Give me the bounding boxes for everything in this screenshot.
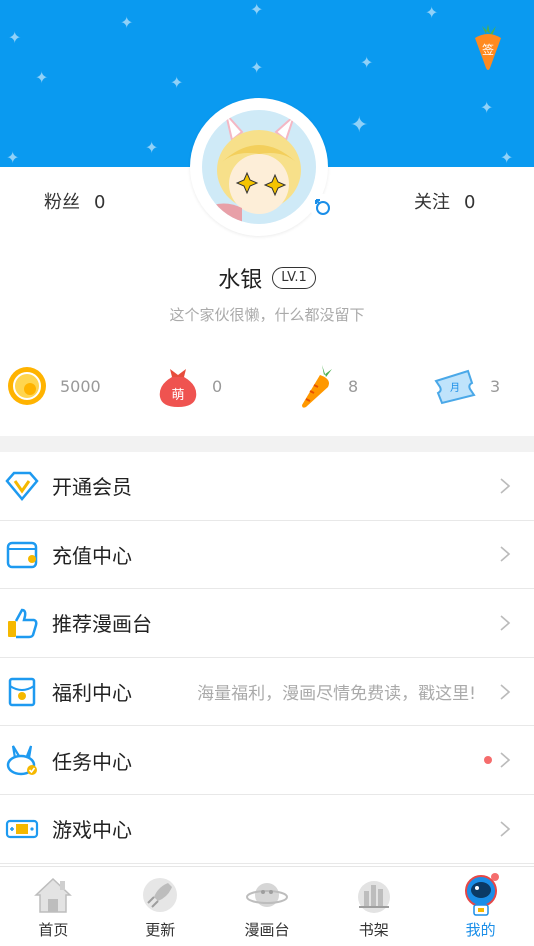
bookshelf-icon [351, 873, 397, 917]
username: 水银 [218, 268, 263, 293]
menu-item-label: 游戏中心 [52, 818, 132, 843]
menu-item-label: 推荐漫画台 [52, 612, 152, 637]
checkin-button[interactable]: 签 [470, 22, 506, 72]
level-badge: LV.1 [272, 267, 316, 289]
wallet-icon [4, 536, 40, 572]
monthly-ticket-icon: 月 [434, 369, 476, 405]
carrot-icon [302, 365, 332, 408]
fans-label: 粉丝 [44, 192, 80, 213]
menu-item-vip[interactable]: 开通会员 [0, 452, 534, 521]
carrot-value: 8 [348, 376, 359, 396]
gamepad-icon [4, 811, 40, 847]
bunny-task-icon [4, 742, 40, 778]
avatar[interactable] [202, 110, 316, 224]
tab-manhua-tai[interactable]: 漫画台 [214, 867, 321, 946]
follow-count: 0 [464, 192, 476, 213]
fans-stat[interactable]: 粉丝 0 [44, 188, 105, 214]
male-gender-icon [310, 194, 336, 220]
menu-item-label: 任务中心 [52, 749, 132, 774]
tab-label: 更新 [145, 921, 176, 939]
chevron-right-icon [500, 478, 511, 494]
tab-mine[interactable]: 我的 [427, 867, 534, 946]
tab-label: 我的 [465, 921, 496, 939]
username-row: 水银 LV.1 [0, 262, 534, 294]
moe-bag-value: 0 [212, 376, 223, 396]
monthly-ticket-asset[interactable]: 月 3 [432, 360, 500, 412]
diamond-vip-icon [4, 468, 40, 504]
monthly-ticket-icon-text: 月 [450, 382, 460, 394]
chevron-right-icon [500, 683, 511, 700]
task-notification-dot [484, 756, 492, 765]
chevron-right-icon [500, 752, 511, 768]
chevron-right-icon [500, 821, 511, 837]
planet-icon [244, 873, 290, 917]
carrot-checkin-icon: 签 [475, 24, 501, 70]
menu-item-recharge[interactable]: 充值中心 [0, 521, 534, 590]
menu-item-recommend[interactable]: 推荐漫画台 [0, 589, 534, 658]
envelope-icon [4, 674, 40, 710]
tab-bookshelf[interactable]: 书架 [320, 867, 427, 946]
menu-list: 开通会员 充值中心 推荐漫画台 福利中心 海量福利，漫画尽情免费读，戳这里! 任… [0, 452, 534, 864]
carrot-asset[interactable]: 8 [298, 360, 358, 412]
chevron-right-icon [500, 615, 511, 631]
chevron-right-icon [500, 546, 511, 562]
tab-label: 书架 [358, 921, 389, 939]
bottom-tab-bar: 首页 更新 漫画台 书架 我的 [0, 866, 534, 946]
coin-asset[interactable]: 5000 [6, 360, 101, 412]
tab-label: 首页 [38, 921, 69, 939]
section-divider [0, 436, 534, 452]
moe-bag-asset[interactable]: 萌 0 [156, 360, 222, 412]
coin-icon [8, 367, 46, 405]
moe-bag-icon: 萌 [159, 369, 197, 407]
coin-value: 5000 [60, 376, 101, 396]
rocket-icon [137, 873, 183, 917]
assets-row: 5000 萌 0 8 月 3 [0, 360, 534, 412]
menu-item-label: 福利中心 [52, 681, 132, 706]
tab-updates[interactable]: 更新 [107, 867, 214, 946]
menu-item-tasks[interactable]: 任务中心 [0, 726, 534, 795]
menu-item-games[interactable]: 游戏中心 [0, 795, 534, 864]
user-bio: 这个家伙很懒，什么都没留下 [169, 306, 365, 324]
tab-label: 漫画台 [244, 921, 290, 939]
menu-item-welfare[interactable]: 福利中心 海量福利，漫画尽情免费读，戳这里! [0, 658, 534, 727]
monthly-ticket-value: 3 [490, 376, 501, 396]
welfare-hint: 海量福利，漫画尽情免费读，戳这里! [197, 684, 476, 705]
thumbs-up-icon [4, 605, 40, 641]
follow-stat[interactable]: 关注 0 [414, 188, 475, 214]
fans-count: 0 [94, 192, 106, 213]
moe-bag-icon-text: 萌 [171, 388, 184, 403]
menu-item-label: 充值中心 [52, 543, 132, 568]
follow-label: 关注 [414, 192, 450, 213]
home-icon [30, 873, 76, 917]
avatar-container[interactable] [190, 98, 336, 236]
menu-item-label: 开通会员 [52, 475, 132, 500]
checkin-label: 签 [482, 42, 494, 57]
tab-home[interactable]: 首页 [0, 867, 107, 946]
